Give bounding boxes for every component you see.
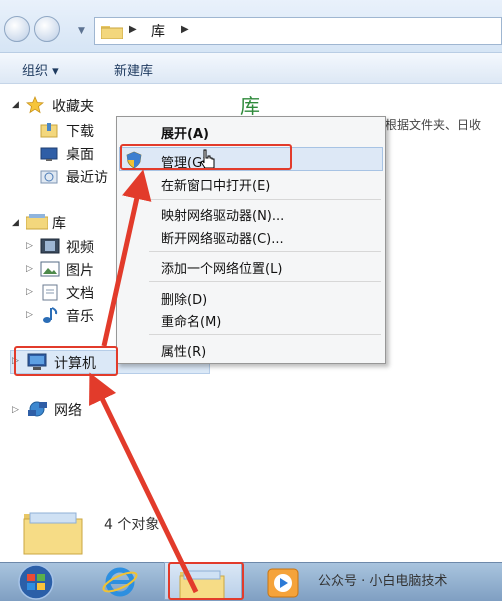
annotation-box-explorer	[168, 562, 244, 600]
menu-separator	[149, 334, 381, 335]
expand-arrow-icon[interactable]: ◢	[12, 100, 19, 110]
documents-icon	[42, 284, 58, 301]
internet-explorer-icon[interactable]	[100, 565, 140, 599]
music-icon	[43, 307, 58, 323]
media-player-icon[interactable]	[266, 567, 300, 599]
videos-icon	[40, 238, 60, 254]
menu-item-delete[interactable]: 删除(D)	[161, 289, 207, 308]
sidebar-item-downloads[interactable]: 下载	[66, 121, 94, 141]
menu-separator	[149, 199, 381, 200]
page-title: 库	[240, 94, 260, 118]
menu-item-map-network-drive[interactable]: 映射网络驱动器(N)...	[161, 205, 284, 224]
menu-item-expand[interactable]: 展开(A)	[161, 123, 209, 142]
annotation-box-computer	[14, 346, 118, 376]
menu-item-add-network-location[interactable]: 添加一个网络位置(L)	[161, 258, 282, 277]
network-icon	[28, 401, 47, 417]
sidebar-item-favorites[interactable]: 收藏夹	[52, 96, 94, 116]
annotation-box-manage	[120, 144, 292, 170]
sidebar-item-network[interactable]: 网络	[54, 400, 82, 420]
back-button[interactable]	[4, 16, 30, 42]
download-folder-icon	[40, 123, 58, 138]
sidebar-item-recent-places[interactable]: 最近访	[66, 167, 108, 187]
menu-item-disconnect-network-drive[interactable]: 断开网络驱动器(C)...	[161, 228, 284, 247]
sidebar-item-desktop[interactable]: 桌面	[66, 144, 94, 164]
sidebar-item-pictures[interactable]: 图片	[66, 260, 94, 280]
sidebar-item-videos[interactable]: 视频	[66, 237, 94, 257]
sidebar-item-documents[interactable]: 文档	[66, 283, 94, 303]
chevron-right-icon[interactable]: ▶	[129, 24, 137, 35]
desktop-icon	[40, 147, 58, 161]
menu-item-rename[interactable]: 重命名(M)	[161, 311, 221, 330]
collapse-arrow-icon[interactable]: ▷	[26, 287, 33, 297]
new-library-button[interactable]: 新建库	[114, 60, 153, 79]
sidebar-item-libraries[interactable]: 库	[52, 213, 66, 233]
expand-arrow-icon[interactable]: ◢	[12, 218, 19, 228]
collapse-arrow-icon[interactable]: ▷	[12, 405, 19, 415]
library-description: 根据文件夹、日收	[385, 118, 482, 132]
libraries-large-icon	[23, 512, 83, 555]
collapse-arrow-icon[interactable]: ▷	[26, 310, 33, 320]
forward-button[interactable]	[34, 16, 60, 42]
organize-button[interactable]: 组织 ▾	[22, 60, 59, 79]
libraries-icon	[26, 214, 48, 230]
breadcrumb-libraries[interactable]: 库	[151, 21, 165, 41]
address-bar[interactable]: ▶ 库 ▶	[94, 17, 502, 45]
chevron-right-icon[interactable]: ▶	[181, 24, 189, 35]
menu-separator	[149, 281, 381, 282]
item-count: 4 个对象	[104, 517, 160, 533]
menu-item-properties[interactable]: 属性(R)	[161, 341, 206, 360]
folder-icon	[101, 26, 123, 39]
nav-buttons	[4, 14, 68, 44]
recent-pages-dropdown-icon[interactable]: ▼	[78, 26, 85, 36]
menu-separator	[149, 251, 381, 252]
watermark-text: 公众号 · 小白电脑技术	[318, 574, 448, 589]
start-button-icon[interactable]	[10, 564, 62, 600]
command-bar	[0, 53, 502, 84]
recent-places-icon	[40, 170, 58, 184]
star-icon	[26, 96, 44, 114]
sidebar-item-music[interactable]: 音乐	[66, 306, 94, 326]
collapse-arrow-icon[interactable]: ▷	[26, 241, 33, 251]
pictures-icon	[40, 261, 60, 277]
menu-item-open-new-window[interactable]: 在新窗口中打开(E)	[161, 175, 270, 194]
collapse-arrow-icon[interactable]: ▷	[26, 264, 33, 274]
